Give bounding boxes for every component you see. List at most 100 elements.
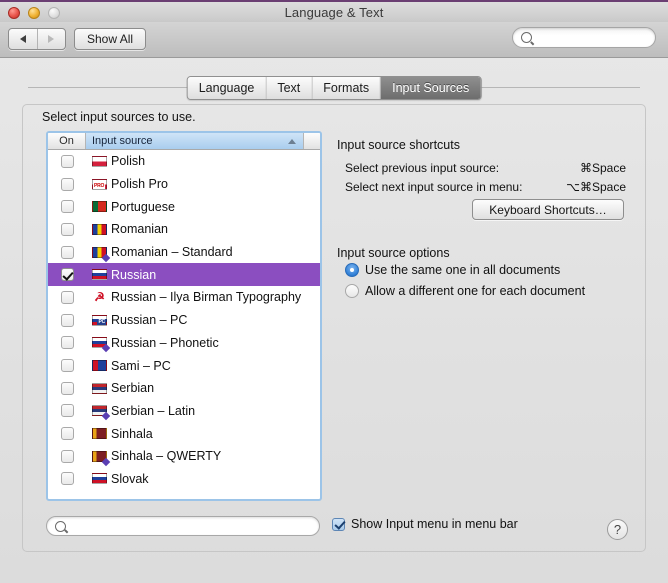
flag-icon bbox=[92, 360, 107, 371]
row-checkbox-cell[interactable] bbox=[48, 268, 86, 281]
flag-icon-wrapper: PRO bbox=[92, 179, 107, 190]
input-source-name: Sami – PC bbox=[111, 359, 171, 373]
row-checkbox-cell[interactable] bbox=[48, 450, 86, 463]
row-name-cell: Sinhala bbox=[86, 427, 153, 441]
row-name-cell: Romanian – Standard bbox=[86, 245, 233, 259]
checkbox-unchecked-icon[interactable] bbox=[61, 314, 74, 327]
list-filter-search-field[interactable] bbox=[46, 516, 320, 536]
flag-icon bbox=[92, 383, 107, 394]
flag-icon-wrapper bbox=[92, 269, 107, 280]
row-checkbox-cell[interactable] bbox=[48, 155, 86, 168]
row-checkbox-cell[interactable] bbox=[48, 404, 86, 417]
flag-icon bbox=[92, 201, 107, 212]
checkbox-unchecked-icon[interactable] bbox=[61, 450, 74, 463]
row-name-cell: ☭Russian – Ilya Birman Typography bbox=[86, 290, 301, 304]
table-row[interactable]: Romanian bbox=[48, 218, 320, 241]
table-row[interactable]: PCRussian – PC bbox=[48, 309, 320, 332]
radio-selected-icon bbox=[345, 263, 359, 277]
table-row[interactable]: Sinhala bbox=[48, 422, 320, 445]
row-checkbox-cell[interactable] bbox=[48, 336, 86, 349]
row-name-cell: Sinhala – QWERTY bbox=[86, 449, 221, 463]
list-filter-search-input[interactable] bbox=[71, 519, 310, 533]
row-checkbox-cell[interactable] bbox=[48, 359, 86, 372]
tab-language[interactable]: Language bbox=[188, 77, 267, 99]
flag-icon bbox=[92, 156, 107, 167]
row-checkbox-cell[interactable] bbox=[48, 223, 86, 236]
column-header-input-source[interactable]: Input source bbox=[86, 133, 304, 149]
table-row[interactable]: Sami – PC bbox=[48, 354, 320, 377]
flag-icon-wrapper bbox=[92, 360, 107, 371]
row-checkbox-cell[interactable] bbox=[48, 291, 86, 304]
row-checkbox-cell[interactable] bbox=[48, 427, 86, 440]
checkbox-unchecked-icon[interactable] bbox=[61, 427, 74, 440]
flag-icon-wrapper bbox=[92, 473, 107, 484]
column-header-on[interactable]: On bbox=[48, 133, 86, 149]
row-name-cell: Romanian bbox=[86, 222, 168, 236]
table-row[interactable]: PROPolish Pro bbox=[48, 173, 320, 196]
input-source-list[interactable]: On Input source Polish PROPolish ProPortu… bbox=[46, 131, 322, 501]
table-row[interactable]: Sinhala – QWERTY bbox=[48, 445, 320, 468]
help-button[interactable]: ? bbox=[607, 519, 628, 540]
row-name-cell: Polish bbox=[86, 154, 145, 168]
flag-badge: PC bbox=[97, 320, 106, 325]
toolbar-search-field[interactable] bbox=[512, 27, 656, 48]
checkbox-unchecked-icon[interactable] bbox=[61, 382, 74, 395]
variant-marker-icon bbox=[102, 458, 110, 466]
row-name-cell: Slovak bbox=[86, 472, 149, 486]
row-name-cell: Sami – PC bbox=[86, 359, 171, 373]
table-row[interactable]: Serbian – Latin bbox=[48, 400, 320, 423]
flag-icon bbox=[92, 269, 107, 280]
checkbox-unchecked-icon[interactable] bbox=[61, 291, 74, 304]
table-row[interactable]: Russian bbox=[48, 263, 320, 286]
toolbar-search-input[interactable] bbox=[537, 31, 653, 45]
checkbox-unchecked-icon[interactable] bbox=[61, 336, 74, 349]
checkbox-unchecked-icon[interactable] bbox=[61, 472, 74, 485]
show-input-menu-label: Show Input menu in menu bar bbox=[351, 517, 518, 531]
checkbox-unchecked-icon[interactable] bbox=[61, 246, 74, 259]
variant-marker-icon bbox=[102, 344, 110, 352]
table-row[interactable]: ☭Russian – Ilya Birman Typography bbox=[48, 286, 320, 309]
checkbox-unchecked-icon[interactable] bbox=[61, 178, 74, 191]
radio-use-same-in-all-documents[interactable]: Use the same one in all documents bbox=[345, 263, 560, 277]
table-row[interactable]: Polish bbox=[48, 150, 320, 173]
show-all-button[interactable]: Show All bbox=[74, 28, 146, 50]
nav-segmented-control bbox=[8, 28, 66, 50]
flag-icon-wrapper: ☭ bbox=[92, 291, 107, 303]
row-checkbox-cell[interactable] bbox=[48, 200, 86, 213]
show-input-menu-checkbox-row[interactable]: Show Input menu in menu bar bbox=[332, 517, 518, 531]
keyboard-shortcuts-button[interactable]: Keyboard Shortcuts… bbox=[472, 199, 624, 220]
table-row[interactable]: Portuguese bbox=[48, 195, 320, 218]
show-input-menu-checkbox[interactable] bbox=[332, 518, 345, 531]
flag-icon bbox=[92, 428, 107, 439]
tab-text[interactable]: Text bbox=[266, 77, 312, 99]
table-row[interactable]: Slovak bbox=[48, 468, 320, 491]
checkbox-unchecked-icon[interactable] bbox=[61, 404, 74, 417]
radio-allow-different-per-document[interactable]: Allow a different one for each document bbox=[345, 284, 585, 298]
row-checkbox-cell[interactable] bbox=[48, 246, 86, 259]
back-button[interactable] bbox=[9, 29, 38, 49]
flag-icon-wrapper bbox=[92, 337, 107, 348]
row-name-cell: Serbian – Latin bbox=[86, 404, 195, 418]
row-checkbox-cell[interactable] bbox=[48, 178, 86, 191]
checkbox-unchecked-icon[interactable] bbox=[61, 223, 74, 236]
row-checkbox-cell[interactable] bbox=[48, 472, 86, 485]
tab-formats[interactable]: Formats bbox=[312, 77, 381, 99]
table-row[interactable]: Romanian – Standard bbox=[48, 241, 320, 264]
row-checkbox-cell[interactable] bbox=[48, 314, 86, 327]
input-source-name: Sinhala bbox=[111, 427, 153, 441]
row-checkbox-cell[interactable] bbox=[48, 382, 86, 395]
checkbox-unchecked-icon[interactable] bbox=[61, 359, 74, 372]
table-row[interactable]: Russian – Phonetic bbox=[48, 332, 320, 355]
checkbox-unchecked-icon[interactable] bbox=[61, 200, 74, 213]
table-row[interactable]: Serbian bbox=[48, 377, 320, 400]
checkbox-unchecked-icon[interactable] bbox=[61, 155, 74, 168]
flag-icon-wrapper: PC bbox=[92, 315, 107, 326]
tab-input-sources[interactable]: Input Sources bbox=[381, 77, 480, 99]
toolbar: Show All bbox=[0, 22, 668, 58]
tab-group: Language Text Formats Input Sources bbox=[187, 76, 482, 100]
input-source-name: Romanian – Standard bbox=[111, 245, 233, 259]
checkbox-checked-icon[interactable] bbox=[61, 268, 74, 281]
flag-icon: PC bbox=[92, 315, 107, 326]
ilya-birman-layout-icon: ☭ bbox=[92, 291, 107, 303]
flag-icon-wrapper bbox=[92, 451, 107, 462]
